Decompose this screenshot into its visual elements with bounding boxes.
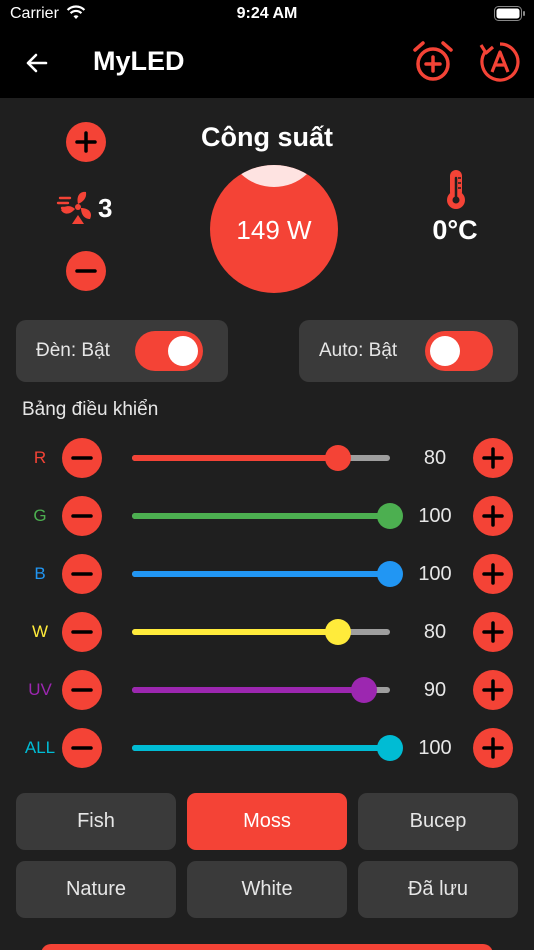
channel-value: 100	[418, 737, 452, 759]
channel-value: 100	[418, 505, 452, 527]
slider-thumb[interactable]	[325, 619, 352, 645]
plus-icon	[482, 505, 504, 527]
preset-button[interactable]: Moss	[187, 793, 347, 850]
auto-mode-button[interactable]	[478, 40, 522, 84]
channel-label: B	[34, 564, 46, 583]
channel-row-g: G 100	[0, 496, 534, 536]
preset-button[interactable]: Fish	[16, 793, 176, 850]
nav-bar: MyLED	[0, 28, 534, 98]
minus-icon	[71, 746, 93, 750]
preset-button[interactable]: Đã lưu	[358, 861, 518, 918]
plus-icon	[482, 621, 504, 643]
channel-increase-button[interactable]	[473, 496, 513, 536]
lamp-toggle-label: Đèn: Bật	[36, 340, 110, 361]
channel-increase-button[interactable]	[473, 728, 513, 768]
app-title: MyLED	[93, 46, 185, 76]
preset-button[interactable]: Bucep	[358, 793, 518, 850]
slider-thumb[interactable]	[325, 445, 352, 471]
temperature-value: 0°C	[432, 215, 478, 245]
power-value: 149 W	[236, 215, 312, 245]
channel-row-w: W 80	[0, 612, 534, 652]
channel-slider[interactable]	[132, 735, 403, 761]
auto-switch[interactable]	[425, 331, 493, 371]
slider-fill	[132, 455, 339, 461]
status-time: 9:24 AM	[236, 5, 298, 22]
channel-row-uv: UV 90	[0, 670, 534, 710]
channel-decrease-button[interactable]	[62, 728, 102, 768]
thermometer-icon	[444, 168, 468, 215]
plus-icon	[482, 679, 504, 701]
slider-thumb[interactable]	[377, 561, 403, 587]
minus-icon	[71, 688, 93, 692]
plus-icon	[482, 737, 504, 759]
channel-decrease-button[interactable]	[62, 670, 102, 710]
channel-label: ALL	[24, 738, 56, 757]
channel-slider[interactable]	[132, 445, 390, 471]
plus-icon	[482, 563, 504, 585]
lamp-switch[interactable]	[135, 331, 203, 371]
channel-label: W	[31, 622, 49, 641]
switch-knob	[168, 336, 198, 366]
slider-thumb[interactable]	[377, 503, 403, 529]
channel-row-r: R 80	[0, 438, 534, 478]
channel-value: 80	[423, 447, 447, 469]
control-panel-title: Bảng điều khiển	[22, 399, 159, 420]
preset-button[interactable]: Nature	[16, 861, 176, 918]
channel-slider[interactable]	[132, 677, 390, 703]
slider-fill	[132, 687, 365, 693]
channel-value: 100	[418, 563, 452, 585]
slider-thumb[interactable]	[351, 677, 378, 703]
battery-icon	[494, 6, 526, 27]
power-gauge: 149 W	[210, 165, 338, 293]
channel-increase-button[interactable]	[473, 612, 513, 652]
channel-label: UV	[28, 680, 52, 699]
lamp-toggle-card: Đèn: Bật	[16, 320, 228, 382]
slider-fill	[132, 513, 390, 519]
preset-button[interactable]: White	[187, 861, 347, 918]
minus-icon	[71, 514, 93, 518]
minus-icon	[75, 269, 97, 273]
channel-slider[interactable]	[132, 503, 403, 529]
status-bar: Carrier 9:24 AM	[0, 0, 534, 28]
channel-row-all: ALL 100	[0, 728, 534, 768]
channel-slider[interactable]	[132, 561, 403, 587]
channel-label: R	[33, 448, 47, 467]
auto-mode-icon	[478, 42, 522, 88]
back-button[interactable]	[20, 46, 54, 80]
slider-fill	[132, 629, 339, 635]
arrow-left-icon	[20, 53, 54, 84]
plus-icon	[482, 447, 504, 469]
channel-decrease-button[interactable]	[62, 496, 102, 536]
channel-slider[interactable]	[132, 619, 390, 645]
gauge-highlight	[228, 165, 320, 187]
add-alarm-button[interactable]	[413, 40, 453, 84]
channel-increase-button[interactable]	[473, 670, 513, 710]
slider-fill	[132, 745, 390, 751]
switch-knob	[430, 336, 460, 366]
fan-level-value: 3	[98, 193, 113, 223]
auto-toggle-label: Auto: Bật	[319, 340, 398, 361]
channel-increase-button[interactable]	[473, 554, 513, 594]
channel-row-b: B 100	[0, 554, 534, 594]
channel-decrease-button[interactable]	[62, 438, 102, 478]
channel-value: 90	[423, 679, 447, 701]
channel-decrease-button[interactable]	[62, 612, 102, 652]
slider-thumb[interactable]	[377, 735, 403, 761]
minus-icon	[71, 572, 93, 576]
channel-decrease-button[interactable]	[62, 554, 102, 594]
fan-decrease-button[interactable]	[66, 251, 106, 291]
power-title: Công suất	[201, 122, 333, 152]
channel-value: 80	[423, 621, 447, 643]
slider-fill	[132, 571, 390, 577]
bottom-action-button[interactable]	[41, 944, 493, 950]
channel-increase-button[interactable]	[473, 438, 513, 478]
alarm-add-icon	[413, 41, 453, 88]
minus-icon	[71, 630, 93, 634]
fan-icon	[56, 188, 96, 233]
minus-icon	[71, 456, 93, 460]
auto-toggle-card: Auto: Bật	[299, 320, 518, 382]
channel-label: G	[33, 506, 47, 525]
